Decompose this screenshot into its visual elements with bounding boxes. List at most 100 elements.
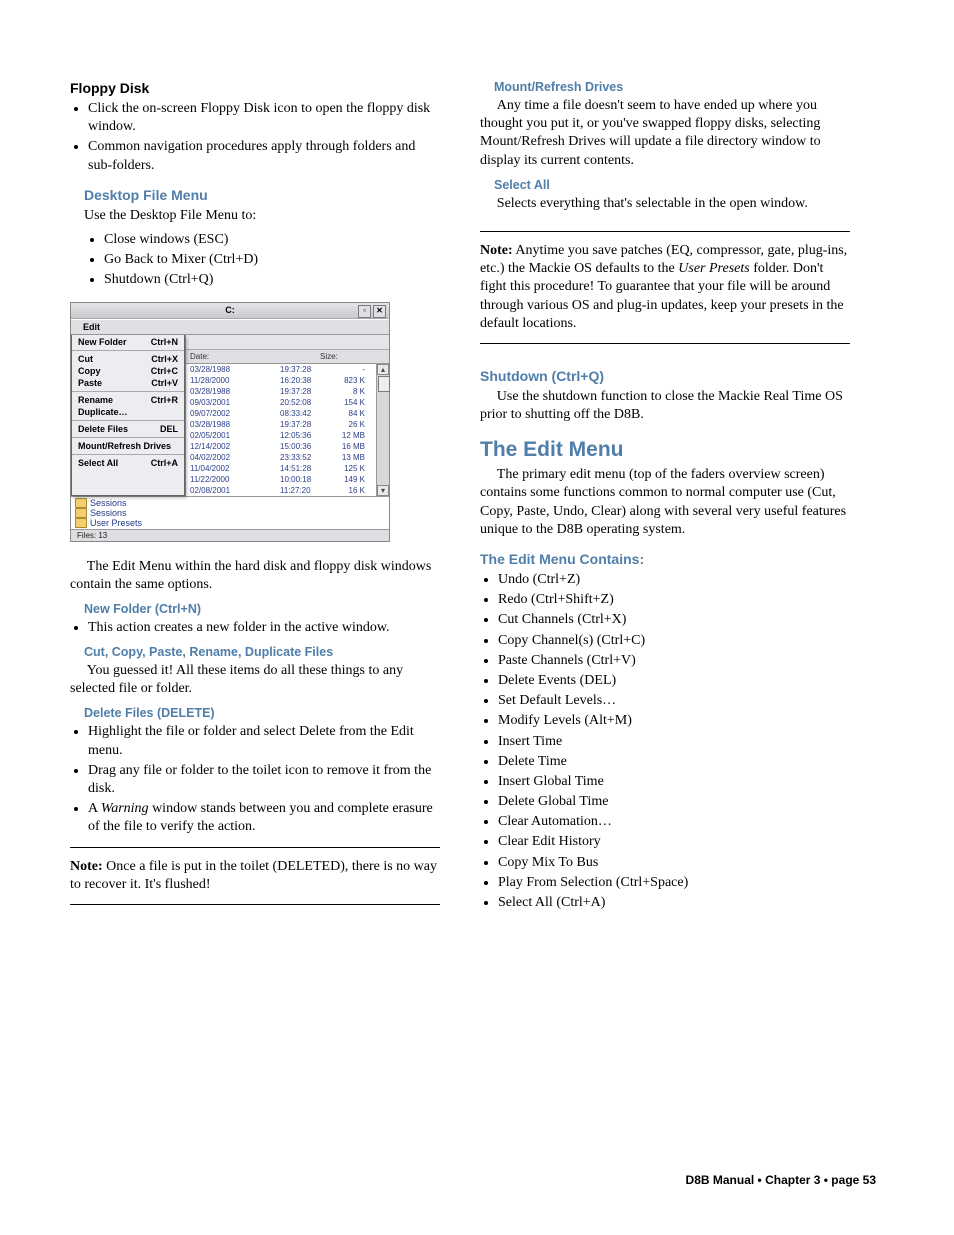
delete-bullets: Highlight the file or folder and select …	[70, 723, 440, 836]
file-row[interactable]: 02/08/200111:27:2016 K	[186, 485, 376, 496]
folder-tree: SessionsSessionsUser Presets	[71, 496, 389, 529]
tree-item[interactable]: User Presets	[75, 518, 385, 528]
bullet: Shutdown (Ctrl+Q)	[104, 271, 440, 289]
the-edit-menu-heading: The Edit Menu	[480, 438, 850, 462]
mount-para: Any time a file doesn't seem to have end…	[480, 97, 850, 170]
edit-menu-contains-heading: The Edit Menu Contains:	[480, 551, 850, 567]
window-close-icon[interactable]: ✕	[373, 305, 386, 318]
list-item: Set Default Levels…	[498, 692, 850, 710]
file-row[interactable]: 03/28/198819:37:28-	[186, 364, 376, 375]
list-item: Insert Time	[498, 733, 850, 751]
list-item: Redo (Ctrl+Shift+Z)	[498, 591, 850, 609]
menu-item[interactable]: CutCtrl+X	[72, 353, 184, 365]
desktop-file-menu-heading: Desktop File Menu	[84, 187, 440, 203]
delete-files-heading: Delete Files (DELETE)	[84, 706, 440, 720]
right-column: Mount/Refresh Drives Any time a file doe…	[480, 80, 850, 918]
desktop-intro: Use the Desktop File Menu to:	[84, 207, 440, 225]
file-row[interactable]: 09/07/200208:33:4284 K	[186, 408, 376, 419]
file-row[interactable]: 12/14/200215:00:3616 MB	[186, 441, 376, 452]
list-item: Cut Channels (Ctrl+X)	[498, 611, 850, 629]
note-text: Once a file is put in the toilet (DELETE…	[70, 859, 437, 892]
select-all-heading: Select All	[494, 178, 850, 192]
bullet: Common navigation procedures apply throu…	[88, 138, 440, 174]
floppy-bullets: Click the on-screen Floppy Disk icon to …	[70, 100, 440, 175]
left-column: Floppy Disk Click the on-screen Floppy D…	[70, 80, 440, 918]
list-item: Play From Selection (Ctrl+Space)	[498, 874, 850, 892]
bullet: Drag any file or folder to the toilet ic…	[88, 762, 440, 798]
bullet: Highlight the file or folder and select …	[88, 723, 440, 759]
list-item: Delete Global Time	[498, 793, 850, 811]
list-item: Undo (Ctrl+Z)	[498, 571, 850, 589]
file-area: Date: Size: 03/28/198819:37:28-11/28/200…	[185, 335, 389, 496]
list-item: Select All (Ctrl+A)	[498, 894, 850, 912]
menu-item[interactable]: CopyCtrl+C	[72, 365, 184, 377]
menu-item[interactable]: Mount/Refresh Drives	[72, 440, 184, 452]
folder-icon	[75, 498, 87, 508]
scrollbar[interactable]: ▴ ▾	[376, 364, 389, 496]
status-bar: Files: 13	[71, 529, 389, 541]
path-field[interactable]	[186, 335, 389, 350]
folder-icon	[75, 508, 87, 518]
window-min-icon[interactable]: ▫	[358, 305, 371, 318]
new-folder-bullets: This action creates a new folder in the …	[70, 619, 440, 637]
bullet: Close windows (ESC)	[104, 231, 440, 249]
menu-item[interactable]: New FolderCtrl+N	[72, 336, 184, 348]
menu-item[interactable]: Select AllCtrl+A	[72, 457, 184, 469]
file-row[interactable]: 03/28/198819:37:288 K	[186, 386, 376, 397]
bullet: Go Back to Mixer (Ctrl+D)	[104, 251, 440, 269]
bullet: A Warning window stands between you and …	[88, 800, 440, 836]
list-item: Clear Automation…	[498, 813, 850, 831]
file-row[interactable]: 11/22/200010:00:18149 K	[186, 474, 376, 485]
shutdown-para: Use the shutdown function to close the M…	[480, 388, 850, 424]
menu-edit[interactable]: Edit	[77, 321, 106, 333]
file-row[interactable]: 02/05/200112:05:3612 MB	[186, 430, 376, 441]
page-footer: D8B Manual • Chapter 3 • page 53	[686, 1173, 876, 1187]
tree-label: Sessions	[90, 508, 127, 518]
file-row[interactable]: 09/03/200120:52:08154 K	[186, 397, 376, 408]
text: A	[88, 801, 101, 816]
cut-copy-heading: Cut, Copy, Paste, Rename, Duplicate File…	[84, 645, 440, 659]
divider	[70, 904, 440, 905]
edit-menu-para: The Edit Menu within the hard disk and f…	[70, 558, 440, 594]
list-item: Delete Events (DEL)	[498, 672, 850, 690]
list-item: Delete Time	[498, 753, 850, 771]
bullet: Click the on-screen Floppy Disk icon to …	[88, 100, 440, 136]
menu-item[interactable]: PasteCtrl+V	[72, 377, 184, 389]
file-row[interactable]: 03/28/198819:37:2826 K	[186, 419, 376, 430]
window-buttons: ▫ ✕	[358, 305, 386, 318]
menu-item[interactable]: Duplicate…	[72, 406, 184, 418]
list-item: Modify Levels (Alt+M)	[498, 712, 850, 730]
menu-item[interactable]: RenameCtrl+R	[72, 394, 184, 406]
column-size: Size:	[320, 352, 370, 361]
file-row[interactable]: 11/28/200016:20:38823 K	[186, 375, 376, 386]
tree-item[interactable]: Sessions	[75, 508, 385, 518]
list-item: Paste Channels (Ctrl+V)	[498, 652, 850, 670]
warning-em: Warning	[101, 801, 149, 816]
divider	[70, 847, 440, 848]
shutdown-heading: Shutdown (Ctrl+Q)	[480, 368, 850, 384]
bullet: This action creates a new folder in the …	[88, 619, 440, 637]
scroll-thumb[interactable]	[378, 376, 390, 392]
cut-copy-para: You guessed it! All these items do all t…	[70, 662, 440, 698]
file-list-header: Date: Size:	[186, 350, 389, 364]
scroll-down-icon[interactable]: ▾	[377, 485, 389, 496]
tree-item[interactable]: Sessions	[75, 498, 385, 508]
menu-bar: Edit	[71, 319, 389, 335]
menu-item[interactable]: Delete FilesDEL	[72, 423, 184, 435]
note-label: Note:	[480, 243, 513, 258]
list-item: Copy Channel(s) (Ctrl+C)	[498, 632, 850, 650]
file-list: 03/28/198819:37:28-11/28/200016:20:38823…	[186, 364, 389, 496]
menu-separator	[72, 420, 184, 421]
menu-separator	[72, 454, 184, 455]
select-all-para: Selects everything that's selectable in …	[480, 195, 850, 213]
list-item: Copy Mix To Bus	[498, 854, 850, 872]
edit-dropdown-menu: New FolderCtrl+N CutCtrl+XCopyCtrl+CPaste…	[71, 335, 185, 496]
list-item: Clear Edit History	[498, 833, 850, 851]
column-date: Date:	[190, 352, 320, 361]
edit-menu-para: The primary edit menu (top of the faders…	[480, 466, 850, 539]
file-row[interactable]: 04/02/200223:33:5213 MB	[186, 452, 376, 463]
file-row[interactable]: 11/04/200214:51:28125 K	[186, 463, 376, 474]
tree-label: Sessions	[90, 498, 127, 508]
edit-menu-contains-list: Undo (Ctrl+Z) Redo (Ctrl+Shift+Z) Cut Chan…	[480, 571, 850, 912]
scroll-up-icon[interactable]: ▴	[377, 364, 389, 375]
